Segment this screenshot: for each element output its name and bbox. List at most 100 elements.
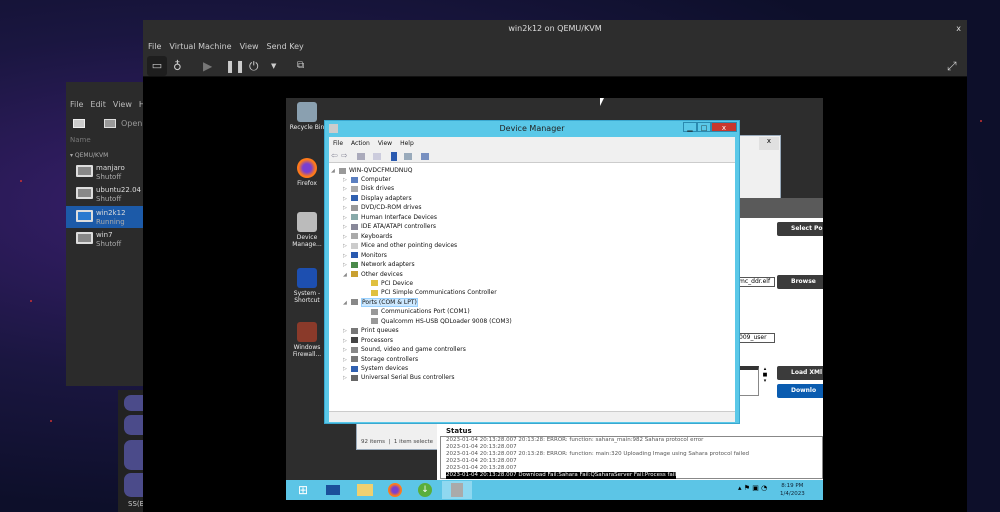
- vm-row-win7[interactable]: win7 Shutoff: [66, 228, 146, 250]
- back-icon[interactable]: ⇦: [331, 151, 338, 160]
- fullscreen-icon[interactable]: ⤢: [947, 58, 957, 74]
- close-button[interactable]: x: [956, 20, 961, 38]
- taskbar-device-manager[interactable]: [442, 481, 472, 499]
- device-manager-icon: [329, 124, 338, 133]
- tree-root[interactable]: ◢ WIN-QVDCFMUDNUQ: [331, 166, 412, 175]
- taskbar-download-tool[interactable]: ↓: [410, 481, 440, 499]
- tree-node[interactable]: ▷ Human Interface Devices: [343, 213, 437, 222]
- load-xml-button[interactable]: Load XMl: [777, 366, 823, 380]
- name-column-header[interactable]: Name: [70, 136, 91, 144]
- download-button[interactable]: Downlo: [777, 384, 823, 398]
- tree-node[interactable]: ▷ Monitors: [343, 251, 387, 260]
- viewer-toolbar: ▭ ♁ ▶ ❚❚ ⏻ ▼ ⧉ ⤢: [143, 55, 967, 77]
- build-path-field[interactable]: 009_user: [737, 333, 775, 343]
- menu-edit[interactable]: Edit: [90, 100, 106, 109]
- log-line: 2023-01-04 20:13:28.007 20:13:28: ERROR:…: [446, 437, 704, 443]
- vm-row-manjaro[interactable]: manjaro Shutoff: [66, 161, 146, 183]
- vm-row-ubuntu[interactable]: ubuntu22.04 Shutoff: [66, 183, 146, 205]
- new-vm-icon[interactable]: [73, 119, 85, 128]
- monitor-icon: [76, 232, 93, 244]
- log-line: 2023-01-04 20:13:28.007: [446, 465, 517, 471]
- power-dropdown-icon[interactable]: ▼: [271, 58, 276, 74]
- power-icon[interactable]: ⏻: [249, 58, 259, 74]
- tree-node[interactable]: ◢ Ports (COM & LPT): [343, 297, 418, 308]
- device-category-icon: [351, 176, 358, 183]
- tree-node[interactable]: ▷ Display adapters: [343, 194, 412, 203]
- connection-group[interactable]: ▾ QEMU/KVM: [70, 152, 108, 159]
- expand-toggle-icon[interactable]: ◢: [343, 299, 351, 308]
- menu-help[interactable]: Help: [400, 140, 414, 147]
- play-icon[interactable]: ▶: [203, 58, 212, 74]
- desktop-icon-system[interactable]: System - Shortcut: [288, 268, 326, 304]
- tray-flag-icon[interactable]: ▴ ⚑ ▣ ◔: [738, 484, 767, 492]
- console-monitor-icon[interactable]: ▭: [147, 56, 167, 76]
- dm-statusbar: [329, 411, 735, 422]
- open-button[interactable]: Open: [121, 119, 142, 128]
- tree-node[interactable]: ▷ Storage controllers: [343, 355, 418, 364]
- tree-node[interactable]: ▷ Network adapters: [343, 260, 415, 269]
- pause-icon[interactable]: ❚❚: [225, 58, 245, 74]
- expand-toggle-icon[interactable]: ◢: [343, 271, 351, 280]
- tree-node[interactable]: PCI Device: [363, 279, 413, 288]
- tree-node[interactable]: ▷ Universal Serial Bus controllers: [343, 373, 455, 382]
- tree-node[interactable]: ▷ DVD/CD-ROM drives: [343, 203, 422, 212]
- scrollbar[interactable]: ▴ ■ ▾: [762, 366, 768, 396]
- xml-list[interactable]: [737, 366, 759, 396]
- tree-node[interactable]: ▷ Disk drives: [343, 184, 394, 193]
- device-category-icon: [351, 365, 358, 372]
- tree-label: Ports (COM & LPT): [361, 297, 418, 307]
- menu-view[interactable]: View: [378, 140, 392, 147]
- taskbar-firefox[interactable]: [380, 481, 410, 499]
- screenshot-icon[interactable]: ⧉: [297, 58, 304, 74]
- tree-node[interactable]: Communications Port (COM1): [363, 307, 470, 316]
- update-driver-icon[interactable]: [404, 153, 412, 160]
- tree-node[interactable]: Qualcomm HS-USB QDLoader 9008 (COM3): [363, 317, 512, 326]
- forward-icon[interactable]: ⇨: [341, 151, 348, 160]
- menu-view[interactable]: View: [113, 100, 132, 109]
- open-vm-icon[interactable]: [104, 119, 116, 128]
- tree-node[interactable]: ▷ Mice and other pointing devices: [343, 241, 457, 250]
- close-button[interactable]: x: [711, 122, 737, 132]
- refresh-icon[interactable]: [373, 153, 381, 160]
- menu-view[interactable]: View: [240, 42, 259, 51]
- help-icon[interactable]: [391, 152, 397, 161]
- maximize-button[interactable]: □: [697, 122, 711, 132]
- expand-toggle-icon[interactable]: ▷: [343, 374, 351, 383]
- start-button[interactable]: ⊞: [288, 481, 318, 499]
- menu-file[interactable]: File: [333, 140, 343, 147]
- desktop-icon-recycle-bin[interactable]: Recycle Bin: [288, 102, 326, 131]
- log-line-selected[interactable]: 2023-01-04 20:13:28.007 Download Fail:Sa…: [446, 472, 676, 479]
- menu-send-key[interactable]: Send Key: [267, 42, 304, 51]
- tree-node[interactable]: ▷ System devices: [343, 364, 408, 373]
- explorer-close-button[interactable]: x: [759, 137, 779, 150]
- tree-node[interactable]: PCI Simple Communications Controller: [363, 288, 497, 297]
- menu-file[interactable]: File: [70, 100, 83, 109]
- monitor-icon: [76, 165, 93, 177]
- desktop-icon-device-manager[interactable]: Device Manage...: [288, 212, 326, 248]
- browse-button[interactable]: Browse: [777, 275, 823, 289]
- menu-virtual-machine[interactable]: Virtual Machine: [169, 42, 231, 51]
- menu-action[interactable]: Action: [351, 140, 370, 147]
- tree-node[interactable]: ▷ Sound, video and game controllers: [343, 345, 466, 354]
- lightbulb-icon[interactable]: ♁: [173, 58, 182, 74]
- desktop-icon-firefox[interactable]: Firefox: [288, 158, 326, 187]
- select-port-button[interactable]: Select Po: [777, 222, 823, 236]
- tree-node[interactable]: ◢ Other devices: [343, 270, 403, 279]
- tree-node[interactable]: ▷ IDE ATA/ATAPI controllers: [343, 222, 436, 231]
- vm-name: win7: [96, 231, 113, 239]
- clock[interactable]: 8:19 PM 1/4/2023: [780, 482, 805, 498]
- scan-hardware-icon[interactable]: [421, 153, 429, 160]
- properties-icon[interactable]: [357, 153, 365, 160]
- menu-file[interactable]: File: [148, 42, 161, 51]
- taskbar-explorer[interactable]: [350, 481, 380, 499]
- tree-node[interactable]: ▷ Processors: [343, 336, 393, 345]
- tree-node[interactable]: ▷ Computer: [343, 175, 391, 184]
- minimize-button[interactable]: ▁: [683, 122, 697, 132]
- mouse-cursor: [600, 98, 604, 106]
- tree-node[interactable]: ▷ Keyboards: [343, 232, 392, 241]
- desktop-icon-firewall[interactable]: Windows Firewall...: [288, 322, 326, 358]
- tree-node[interactable]: ▷ Print queues: [343, 326, 399, 335]
- vm-row-win2k12[interactable]: win2k12 Running: [66, 206, 146, 228]
- taskbar-powershell[interactable]: [318, 481, 348, 499]
- programmer-path-field[interactable]: mc_ddr.elf: [737, 277, 775, 287]
